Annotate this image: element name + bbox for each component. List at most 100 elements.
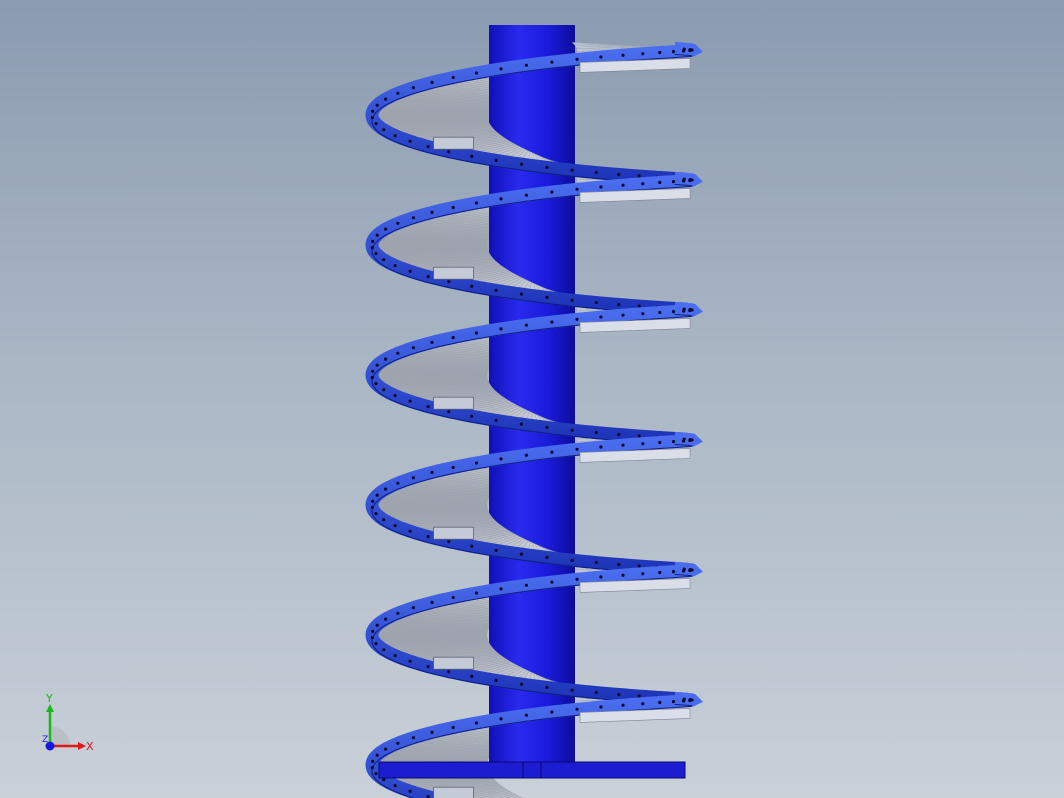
rail-bolt-hole <box>384 97 388 101</box>
rail-bolt-hole <box>621 183 625 187</box>
rail-bolt-hole <box>550 190 554 194</box>
rail-bolt-hole <box>451 595 455 600</box>
rail-bolt-hole <box>641 312 645 316</box>
rail-bolt-hole <box>594 690 598 695</box>
rail-bolt-hole <box>570 168 574 172</box>
rail-bolt-hole <box>426 535 430 539</box>
rail-bolt-hole <box>550 60 554 64</box>
rail-bolt-hole <box>384 227 388 231</box>
rail-bolt-hole <box>545 685 549 690</box>
rail-bolt-hole <box>474 461 478 465</box>
rail-bolt-hole <box>621 443 625 447</box>
rail-bolt-hole <box>524 323 529 327</box>
rail-bolt-hole <box>474 71 478 75</box>
rail-bolt-hole <box>451 335 455 340</box>
triad-z-label: Z <box>42 735 48 745</box>
rail-bolt-hole <box>682 49 686 53</box>
spiral-conveyor-model[interactable] <box>0 0 1064 798</box>
rail-bolt-hole <box>375 363 379 367</box>
rail-bolt-hole <box>550 450 554 454</box>
rail-bolt-hole <box>370 765 374 770</box>
rail-bolt-hole <box>594 170 598 175</box>
rail-bolt-hole <box>641 702 645 706</box>
rail-bolt-hole <box>550 320 554 324</box>
rail-bolt-hole <box>382 258 386 262</box>
rail-bolt-hole <box>396 221 400 225</box>
rail-bolt-hole <box>499 67 503 71</box>
rail-bolt-hole <box>494 418 498 422</box>
rail-bolt-hole <box>451 465 455 470</box>
rail-bolt-hole <box>617 432 621 437</box>
rail-bolt-hole <box>374 642 378 646</box>
rail-bolt-hole <box>637 304 641 308</box>
rail-bolt-hole <box>396 481 400 485</box>
rail-bolt-hole <box>494 548 498 553</box>
rail-bolt-hole <box>426 405 430 409</box>
rail-bolt-hole <box>641 52 645 56</box>
rail-bolt-hole <box>671 440 676 444</box>
rail-bolt-hole <box>594 300 598 305</box>
rail-bolt-hole <box>617 692 621 697</box>
rail-bolt-hole <box>384 487 388 491</box>
rail-bolt-hole <box>494 678 498 683</box>
triad-x-arrow <box>78 742 86 750</box>
rail-bolt-hole <box>570 428 574 432</box>
rail-bolt-hole <box>599 705 603 709</box>
rail-bolt-hole <box>570 558 574 562</box>
rail-bolt-hole <box>499 197 503 201</box>
rail-bolt-hole <box>599 185 603 189</box>
rail-bolt-hole <box>621 313 625 317</box>
rail-bolt-hole <box>426 275 430 279</box>
rail-bolt-hole <box>671 570 676 574</box>
rail-bolt-hole <box>396 351 400 355</box>
support-bracket <box>433 786 475 798</box>
rail-bolt-hole <box>599 575 603 579</box>
rail-bolt-hole <box>430 600 434 605</box>
rail-bolt-hole <box>375 103 379 107</box>
rail-bolt-hole <box>382 518 386 522</box>
rail-bolt-hole <box>617 562 621 567</box>
rail-bolt-hole <box>658 180 662 185</box>
rail-bolt-hole <box>519 292 524 296</box>
rail-bolt-hole <box>411 346 415 350</box>
base-plate <box>378 761 686 779</box>
rail-bolt-hole <box>470 674 474 678</box>
rail-bolt-hole <box>430 210 434 214</box>
rail-bolt-hole <box>408 659 412 663</box>
cad-viewport[interactable]: X Y Z <box>0 0 1064 798</box>
rail-bolt-hole <box>524 453 529 457</box>
rail-bolt-hole <box>451 725 455 730</box>
triad-y-label: Y <box>45 692 53 705</box>
support-bracket <box>433 396 475 410</box>
rail-bolt-hole <box>430 730 434 735</box>
rail-bolt-hole <box>426 145 430 149</box>
rail-bolt-hole <box>682 569 686 573</box>
rail-bolt-hole <box>374 122 378 126</box>
rail-bolt-hole <box>447 280 451 284</box>
rail-bolt-hole <box>658 310 662 315</box>
rail-bolt-hole <box>370 115 374 120</box>
rail-bolt-hole <box>447 410 451 414</box>
rail-bolt-hole <box>599 315 603 319</box>
rail-bolt-hole <box>550 710 554 714</box>
rail-bolt-hole <box>474 331 478 335</box>
rail-bolt-hole <box>671 50 676 54</box>
rail-bolt-hole <box>474 721 478 725</box>
rail-bolt-hole <box>519 682 524 686</box>
rail-bolt-hole <box>384 357 388 361</box>
rail-bolt-hole <box>396 741 400 745</box>
helix-guard-rails <box>365 41 703 798</box>
rail-bolt-hole <box>599 55 603 59</box>
support-bracket <box>433 136 475 150</box>
rail-bolt-hole <box>384 747 388 751</box>
rail-bolt-hole <box>371 499 375 503</box>
rail-bolt-hole <box>519 552 524 556</box>
rail-bolt-hole <box>370 245 374 250</box>
rail-bolt-hole <box>658 440 662 445</box>
rail-bolt-hole <box>370 505 374 510</box>
rail-bolt-hole <box>594 560 598 565</box>
rail-bolt-hole <box>470 414 474 418</box>
rail-bolt-hole <box>524 713 529 717</box>
rail-bolt-hole <box>408 399 412 403</box>
rail-bolt-hole <box>393 134 397 138</box>
